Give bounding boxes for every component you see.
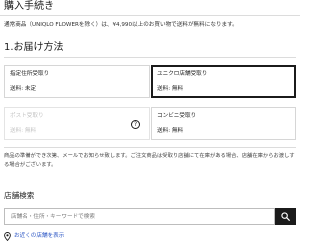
delivery-option-post: ポスト受取り 送料: 無料 ? bbox=[4, 107, 150, 140]
delivery-option-address[interactable]: 指定住所受取り 送料: 未定 bbox=[4, 65, 150, 98]
store-search-box bbox=[4, 208, 275, 225]
option-name: 指定住所受取り bbox=[10, 71, 50, 77]
nearby-stores-label: お近くの店舗を表示 bbox=[14, 233, 65, 239]
shipping-notice: 通常商品（UNIQLO FLOWERを除く）は、¥4,990以上のお買い物で送料… bbox=[4, 22, 238, 28]
option-fee: 送料: 未定 bbox=[10, 86, 37, 92]
location-pin-icon bbox=[4, 232, 11, 241]
option-name: コンビニ受取り bbox=[157, 113, 197, 119]
store-search-button[interactable] bbox=[275, 208, 296, 225]
options-divider bbox=[4, 147, 296, 148]
option-fee: 送料: 無料 bbox=[157, 86, 184, 92]
title-divider bbox=[0, 15, 300, 16]
pickup-notice: 商品の準備ができ次第、メールでお知らせ致します。ご注文商品は受取り店舗にて在庫が… bbox=[4, 153, 295, 168]
help-icon[interactable]: ? bbox=[131, 120, 140, 129]
delivery-option-convenience[interactable]: コンビニ受取り 送料: 無料 bbox=[151, 107, 296, 140]
option-name: ポスト受取り bbox=[10, 113, 44, 119]
option-fee: 送料: 無料 bbox=[10, 128, 37, 134]
search-icon bbox=[281, 212, 290, 221]
store-search-title: 店舗検索 bbox=[4, 191, 35, 200]
store-search-input[interactable] bbox=[5, 209, 274, 224]
option-name: ユニクロ店舗受取り bbox=[157, 71, 208, 77]
delivery-section-title: 1.お届け方法 bbox=[4, 42, 64, 53]
page-title: 購入手続き bbox=[4, 1, 54, 12]
option-fee: 送料: 無料 bbox=[157, 128, 184, 134]
delivery-option-store[interactable]: ユニクロ店舗受取り 送料: 無料 bbox=[151, 65, 296, 98]
section-divider bbox=[4, 57, 296, 58]
